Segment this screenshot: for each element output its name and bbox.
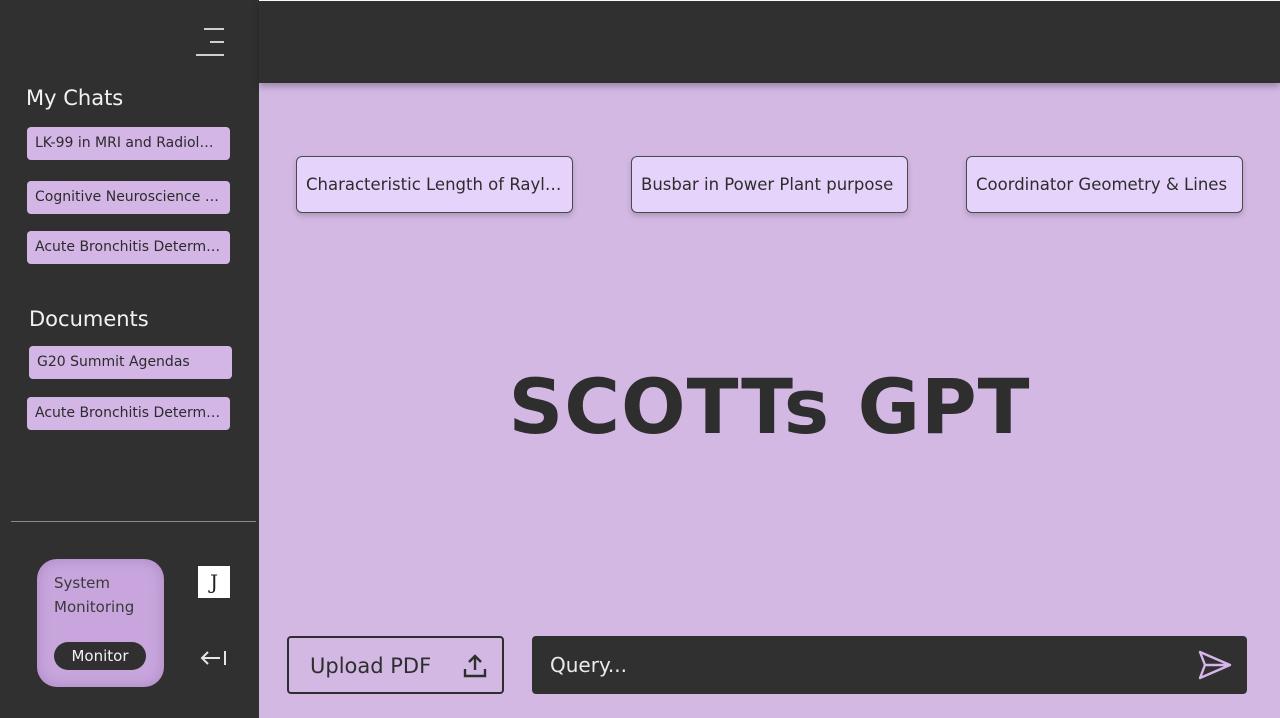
- sidebar-divider: [11, 521, 256, 522]
- suggestion-chip[interactable]: Coordinator Geometry & Lines: [966, 156, 1243, 213]
- document-item[interactable]: Acute Bronchitis Determination: [27, 397, 230, 430]
- upload-icon: [462, 653, 488, 679]
- app-title: SCOTTs GPT: [508, 362, 1031, 451]
- top-bar: [259, 0, 1280, 83]
- query-box: [532, 636, 1247, 694]
- hamburger-menu-icon[interactable]: [194, 27, 226, 57]
- send-icon[interactable]: [1198, 650, 1232, 680]
- suggestion-chip[interactable]: Characteristic Length of Rayleigh: [296, 156, 573, 213]
- sidebar: My Chats LK-99 in MRI and Radiology Cogn…: [0, 0, 259, 718]
- documents-heading: Documents: [29, 307, 149, 331]
- upload-pdf-button[interactable]: Upload PDF: [287, 636, 504, 694]
- query-input[interactable]: [550, 636, 1170, 694]
- top-bar-edge: [259, 0, 1280, 1]
- suggestion-chip[interactable]: Busbar in Power Plant purpose: [631, 156, 908, 213]
- user-avatar[interactable]: J: [198, 566, 230, 598]
- document-item[interactable]: G20 Summit Agendas: [29, 346, 232, 379]
- upload-pdf-label: Upload PDF: [310, 654, 432, 678]
- system-monitoring-card: System Monitoring Monitor: [37, 559, 164, 687]
- my-chats-heading: My Chats: [26, 86, 124, 110]
- monitor-button[interactable]: Monitor: [54, 642, 146, 670]
- chat-item[interactable]: Acute Bronchitis Determination: [27, 231, 230, 264]
- chat-item[interactable]: LK-99 in MRI and Radiology: [27, 127, 230, 160]
- monitor-card-title: System Monitoring: [54, 574, 135, 616]
- chat-item[interactable]: Cognitive Neuroscience Research: [27, 181, 230, 214]
- collapse-left-icon[interactable]: [198, 647, 230, 669]
